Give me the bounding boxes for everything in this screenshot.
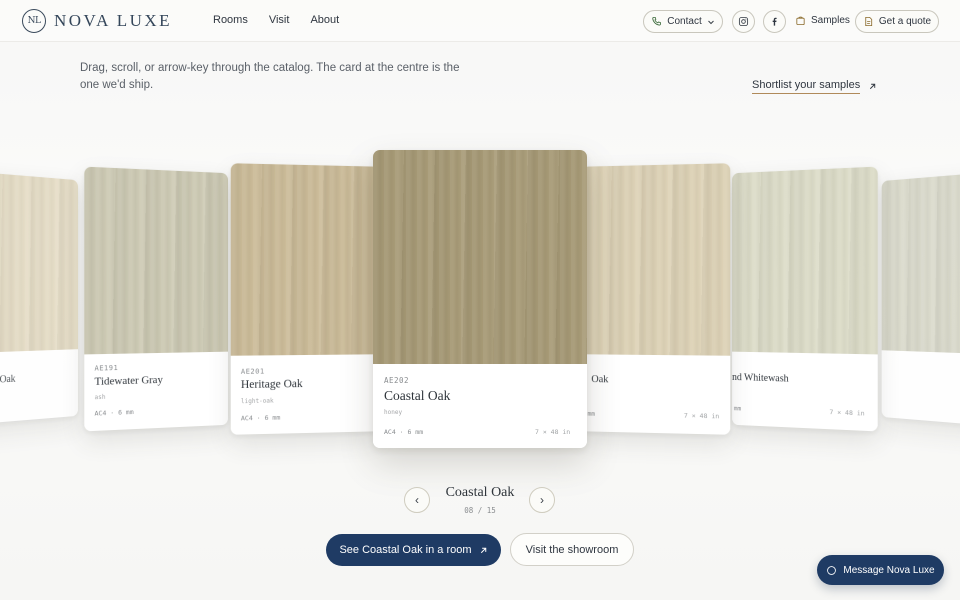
- bag-icon: [796, 16, 805, 26]
- card-info: nd Whitewash mm 7 × 48 in: [732, 351, 878, 432]
- card-name: Tidewater Gray: [94, 373, 163, 388]
- brand-name[interactable]: NOVA LUXE: [54, 11, 172, 31]
- samples-link[interactable]: Samples: [795, 15, 850, 26]
- catalog-card[interactable]: Oak: [0, 171, 79, 425]
- arrow-up-right-icon: [480, 547, 486, 553]
- catalog-carousel[interactable]: Oak AE191 Tidewater Gray ash AC4 · 6 mm …: [0, 140, 960, 460]
- card-name: nd Whitewash: [732, 372, 789, 385]
- card-name: Oak: [591, 374, 609, 386]
- nav-about[interactable]: About: [310, 14, 339, 26]
- see-in-room-button[interactable]: See Coastal Oak in a room: [326, 534, 501, 566]
- catalog-instructions: Drag, scroll, or arrow-key through the c…: [80, 62, 460, 91]
- main-nav: Rooms Visit About: [213, 14, 360, 26]
- catalog-card[interactable]: nd Whitewash mm 7 × 48 in: [732, 166, 878, 432]
- card-info: [881, 350, 960, 426]
- arrow-up-right-icon: [870, 83, 876, 90]
- contact-button[interactable]: Contact: [643, 10, 723, 33]
- card-info: Oak mm 7 × 48 in: [581, 354, 731, 435]
- contact-label: Contact: [667, 16, 702, 27]
- card-swatch: [0, 171, 79, 353]
- chevron-down-icon: [707, 20, 714, 24]
- samples-label: Samples: [811, 15, 850, 26]
- chat-button[interactable]: Message Nova Luxe: [817, 555, 944, 585]
- card-spec: AC4 · 6 mm: [240, 413, 281, 423]
- brand-monogram[interactable]: NL: [22, 9, 46, 33]
- card-code: AE201: [240, 367, 265, 376]
- previous-button[interactable]: ‹: [404, 487, 430, 513]
- site-header: NL NOVA LUXE Rooms Visit About Contact S…: [0, 0, 960, 42]
- selected-product-name: Coastal Oak: [445, 485, 515, 500]
- instagram-icon: [738, 16, 749, 27]
- card-name: Oak: [0, 373, 16, 386]
- card-size: 7 × 48 in: [535, 428, 571, 436]
- card-name: Heritage Oak: [240, 378, 303, 392]
- phone-icon: [652, 16, 662, 26]
- shortlist-link[interactable]: Shortlist your samples: [752, 79, 877, 94]
- card-info: AE191 Tidewater Gray ash AC4 · 6 mm: [84, 351, 229, 432]
- card-info: AE201 Heritage Oak light-oak AC4 · 6 mm: [230, 354, 380, 435]
- card-name: Coastal Oak: [384, 388, 451, 403]
- card-swatch: [581, 163, 731, 356]
- chat-bubble-icon: [827, 565, 837, 575]
- get-quote-button[interactable]: Get a quote: [855, 10, 939, 33]
- card-swatch: [732, 166, 878, 355]
- document-icon: [865, 16, 872, 27]
- facebook-button[interactable]: [763, 10, 786, 33]
- card-size: 7 × 48 in: [829, 408, 865, 418]
- catalog-card[interactable]: [881, 172, 960, 426]
- card-spec: mm: [733, 404, 742, 413]
- instagram-button[interactable]: [732, 10, 755, 33]
- card-spec: mm: [587, 409, 596, 418]
- catalog-card-active[interactable]: AE202 Coastal Oak honey AC4 · 6 mm 7 × 4…: [373, 150, 587, 448]
- card-info: Oak: [0, 349, 79, 425]
- card-swatch: [84, 166, 229, 355]
- card-finish: light-oak: [240, 397, 274, 406]
- selected-position: 08 / 15: [464, 506, 496, 515]
- card-code: AE202: [384, 376, 410, 385]
- chat-label: Message Nova Luxe: [843, 564, 935, 576]
- visit-showroom-button[interactable]: Visit the showroom: [510, 533, 634, 566]
- card-info: AE202 Coastal Oak honey AC4 · 6 mm 7 × 4…: [373, 364, 587, 448]
- facebook-icon: [772, 17, 777, 26]
- card-spec: AC4 · 6 mm: [384, 428, 424, 436]
- catalog-card[interactable]: AE191 Tidewater Gray ash AC4 · 6 mm: [84, 166, 229, 432]
- nav-visit[interactable]: Visit: [269, 14, 290, 26]
- card-size: 7 × 48 in: [683, 411, 720, 421]
- see-in-room-label: See Coastal Oak in a room: [339, 544, 472, 556]
- card-spec: AC4 · 6 mm: [94, 407, 134, 418]
- card-swatch: [881, 172, 960, 354]
- card-swatch: [230, 163, 380, 356]
- next-button[interactable]: ›: [529, 487, 555, 513]
- catalog-card[interactable]: Oak mm 7 × 48 in: [581, 163, 731, 435]
- quote-label: Get a quote: [878, 16, 932, 27]
- card-code: AE191: [94, 363, 119, 373]
- card-swatch: [373, 150, 587, 364]
- card-finish: ash: [94, 393, 106, 402]
- catalog-card[interactable]: AE201 Heritage Oak light-oak AC4 · 6 mm: [230, 163, 380, 435]
- nav-rooms[interactable]: Rooms: [213, 14, 248, 26]
- shortlist-label: Shortlist your samples: [752, 79, 861, 94]
- card-finish: honey: [384, 409, 403, 416]
